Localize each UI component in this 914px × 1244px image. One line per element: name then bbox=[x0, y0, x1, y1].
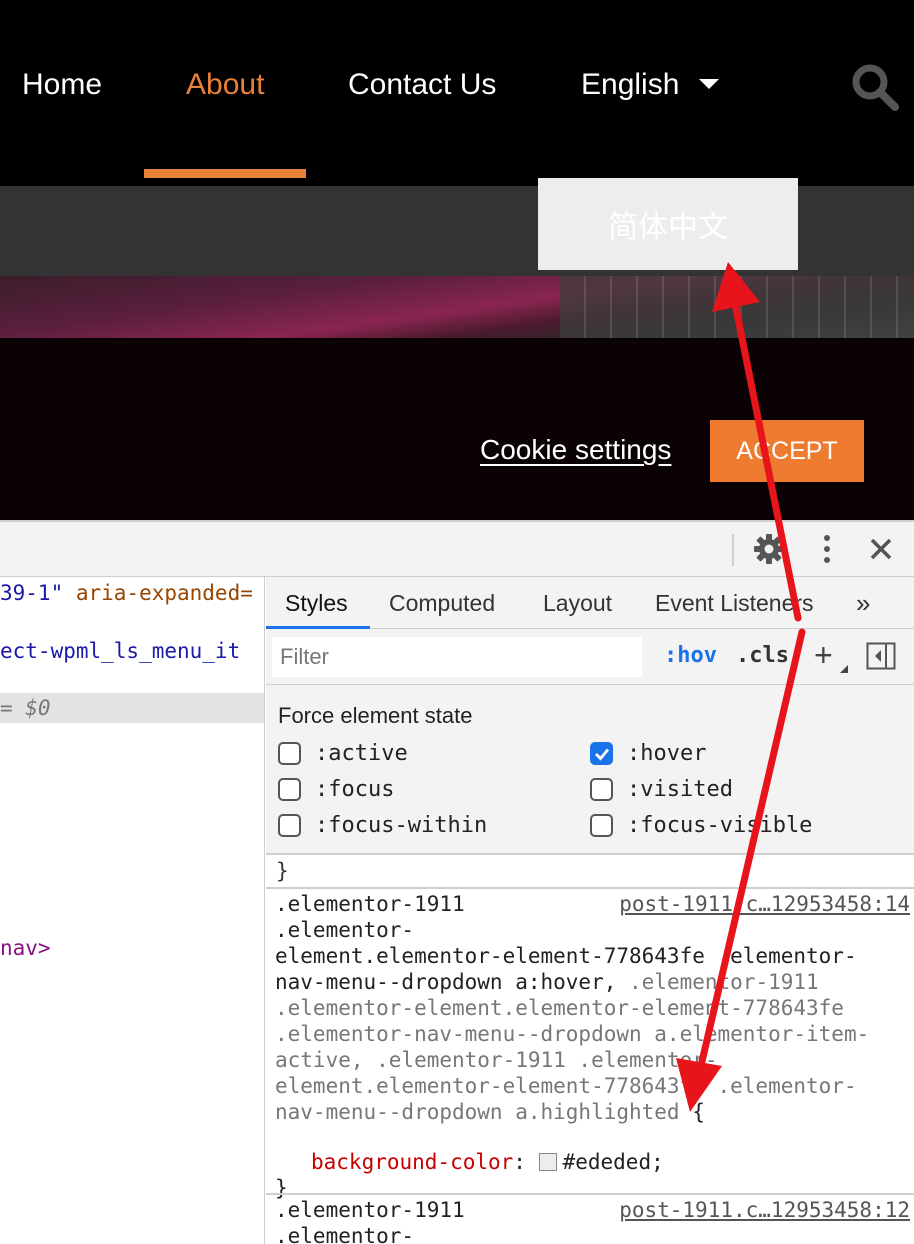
force-element-state-panel: Force element state :active :hover :focu… bbox=[266, 685, 914, 855]
attr-name: aria-expanded= bbox=[63, 581, 253, 605]
css-rule-hover[interactable]: .elementor-1911 .elementor- element.elem… bbox=[275, 891, 869, 1125]
state-label: :visited bbox=[627, 777, 733, 802]
state-label: :focus-visible bbox=[627, 813, 813, 838]
selector-line: .elementor-1911 bbox=[275, 892, 465, 916]
checkbox-hover-checked[interactable] bbox=[590, 742, 613, 765]
tab-computed[interactable]: Computed bbox=[389, 577, 495, 629]
banner-texture bbox=[560, 276, 914, 338]
toggle-sidebar-icon[interactable] bbox=[866, 642, 896, 670]
state-focus[interactable]: :focus bbox=[278, 777, 394, 802]
tab-event-listeners[interactable]: Event Listeners bbox=[655, 577, 814, 629]
state-label: :focus-within bbox=[315, 813, 488, 838]
rule-brace: { bbox=[679, 1100, 705, 1124]
css-declaration[interactable]: background-color: #ededed; bbox=[311, 1149, 664, 1175]
state-label: :focus bbox=[315, 777, 395, 802]
selector-line: .elementor- bbox=[275, 1224, 415, 1244]
sidebar-tabs: Styles Computed Layout Event Listeners » bbox=[266, 577, 914, 629]
styles-pane: Styles Computed Layout Event Listeners »… bbox=[266, 577, 914, 1244]
rule-divider bbox=[266, 887, 914, 889]
selector-line: element.elementor-element-778643fe .elem… bbox=[275, 1074, 857, 1098]
elements-tree[interactable]: 39-1" aria-expanded= ect-wpml_ls_menu_it… bbox=[0, 577, 265, 1244]
styles-toolbar: :hov .cls + bbox=[266, 629, 914, 685]
selector-line: nav-menu--dropdown a.highlighted bbox=[275, 1100, 680, 1124]
state-hover[interactable]: :hover bbox=[590, 741, 706, 766]
selector-line: .elementor- bbox=[275, 918, 415, 942]
checkbox-focus-visible[interactable] bbox=[590, 814, 613, 837]
language-dropdown-item-chinese[interactable]: 简体中文 bbox=[538, 178, 798, 270]
selector-line: element.elementor-element-778643fe .elem… bbox=[275, 944, 857, 968]
dom-line[interactable]: 39-1" aria-expanded= bbox=[0, 577, 253, 609]
previous-rule-end: } bbox=[276, 859, 289, 883]
nav-home-link[interactable]: Home bbox=[22, 68, 102, 102]
selector-line: .elementor-1911 bbox=[616, 970, 819, 994]
dom-line[interactable]: ect-wpml_ls_menu_it bbox=[0, 635, 240, 667]
top-navigation: Home About Contact Us English bbox=[0, 0, 914, 186]
more-options-icon[interactable] bbox=[810, 532, 844, 566]
devtools-toolbar bbox=[0, 522, 914, 577]
tab-styles[interactable]: Styles bbox=[285, 577, 348, 629]
gear-icon[interactable] bbox=[752, 532, 786, 566]
force-state-title: Force element state bbox=[278, 703, 473, 728]
checkbox-visited[interactable] bbox=[590, 778, 613, 801]
checkmark-icon bbox=[594, 748, 609, 761]
css-rule[interactable]: .elementor-1911 .elementor- bbox=[275, 1197, 465, 1244]
color-swatch[interactable] bbox=[538, 1153, 557, 1171]
state-label: :active bbox=[315, 741, 408, 766]
search-icon[interactable] bbox=[850, 62, 900, 112]
checkbox-focus[interactable] bbox=[278, 778, 301, 801]
more-tabs-icon[interactable]: » bbox=[856, 577, 870, 629]
state-focus-within[interactable]: :focus-within bbox=[278, 813, 487, 838]
selector-line: .elementor-element.elementor-element-778… bbox=[275, 996, 844, 1020]
selector-line: .elementor-nav-menu--dropdown a.elemento… bbox=[275, 1022, 870, 1046]
styles-filter-input[interactable] bbox=[272, 637, 642, 677]
accept-cookies-button[interactable]: ACCEPT bbox=[710, 420, 864, 482]
property-name: background-color bbox=[311, 1150, 514, 1174]
nav-about-link[interactable]: About bbox=[186, 68, 264, 102]
caret-down-icon bbox=[699, 79, 720, 90]
hov-toggle[interactable]: :hov bbox=[664, 643, 717, 668]
toolbar-divider bbox=[732, 534, 734, 566]
checkbox-focus-within[interactable] bbox=[278, 814, 301, 837]
close-icon[interactable] bbox=[864, 532, 898, 566]
state-focus-visible[interactable]: :focus-visible bbox=[590, 813, 812, 838]
plus-menu-corner-icon bbox=[840, 665, 848, 673]
state-label: :hover bbox=[627, 741, 707, 766]
checkbox-active[interactable] bbox=[278, 742, 301, 765]
rule-divider bbox=[266, 1193, 914, 1195]
cls-toggle[interactable]: .cls bbox=[736, 643, 789, 668]
dom-line[interactable]: nav> bbox=[0, 933, 51, 963]
devtools-panel: 39-1" aria-expanded= ect-wpml_ls_menu_it… bbox=[0, 520, 914, 1244]
language-label: English bbox=[581, 68, 680, 101]
cookie-settings-link[interactable]: Cookie settings bbox=[480, 434, 671, 466]
tab-layout[interactable]: Layout bbox=[543, 577, 612, 629]
selected-dom-line[interactable]: = $0 bbox=[0, 693, 264, 723]
selector-line: .elementor-1911 bbox=[275, 1198, 465, 1222]
nav-contact-link[interactable]: Contact Us bbox=[348, 68, 496, 102]
state-active[interactable]: :active bbox=[278, 741, 408, 766]
property-value: #ededed; bbox=[562, 1150, 664, 1174]
selector-line: active, .elementor-1911 .elementor- bbox=[275, 1048, 718, 1072]
active-nav-underline bbox=[144, 169, 306, 178]
rule-source-link[interactable]: post-1911.c…12953458:12 bbox=[619, 1198, 910, 1222]
attr-value: 39-1" bbox=[0, 581, 64, 605]
state-visited[interactable]: :visited bbox=[590, 777, 733, 802]
selector-line: nav-menu--dropdown a:hover, bbox=[275, 970, 617, 994]
language-switcher[interactable]: English bbox=[581, 68, 720, 102]
